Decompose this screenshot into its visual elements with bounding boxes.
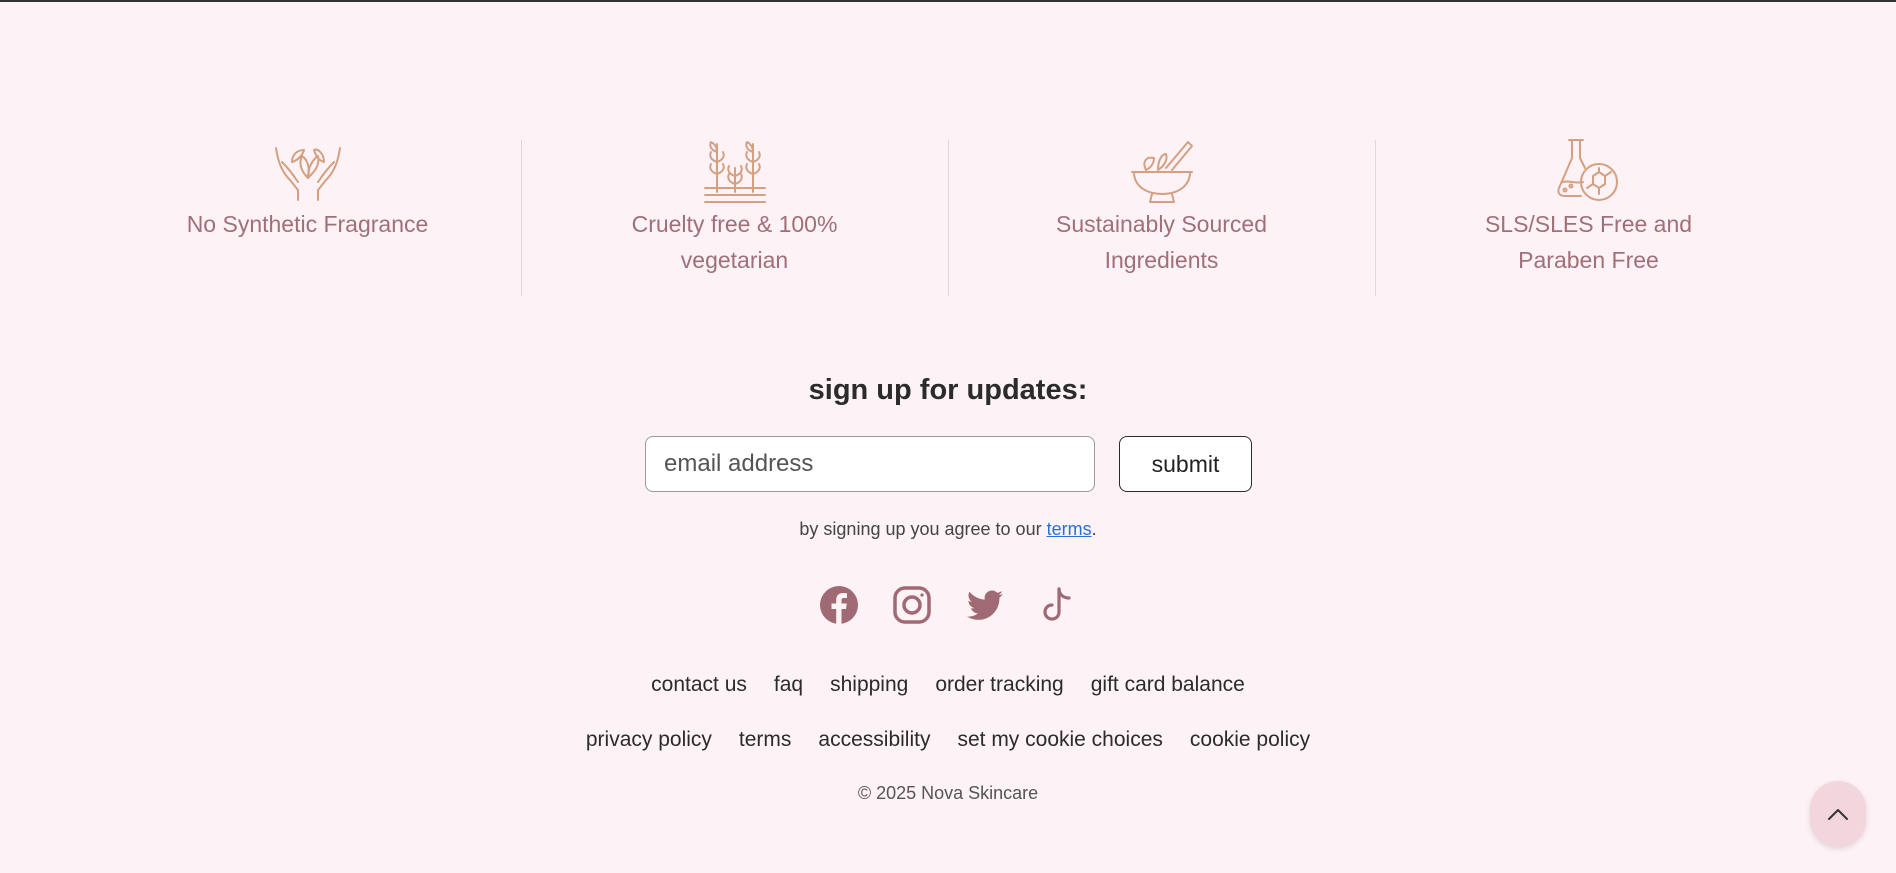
- terms-note-prefix: by signing up you agree to our: [799, 519, 1047, 539]
- facebook-icon: [819, 586, 858, 624]
- footer-link-shipping[interactable]: shipping: [830, 673, 908, 697]
- footer-link-accessibility[interactable]: accessibility: [818, 728, 930, 752]
- feature-no-synthetic-fragrance: No Synthetic Fragrance: [94, 138, 521, 298]
- footer-link-faq[interactable]: faq: [774, 673, 803, 697]
- footer-link-gift-card-balance[interactable]: gift card balance: [1091, 673, 1245, 697]
- signup-terms-note: by signing up you agree to our terms.: [0, 519, 1896, 540]
- social-links: [0, 585, 1896, 625]
- feature-sls-paraben-free: SLS/SLES Free and Paraben Free: [1375, 138, 1802, 298]
- copyright-text: © 2025 Nova Skincare: [857, 783, 1039, 803]
- footer-link-contact-us[interactable]: contact us: [651, 673, 747, 697]
- tiktok-link[interactable]: [1038, 585, 1078, 625]
- feature-label: SLS/SLES Free and Paraben Free: [1484, 211, 1693, 273]
- footer-link-privacy-policy[interactable]: privacy policy: [586, 728, 712, 752]
- plants-icon: [703, 141, 766, 203]
- twitter-icon: [966, 590, 1003, 620]
- submit-button[interactable]: submit: [1119, 436, 1252, 492]
- footer-link-terms[interactable]: terms: [739, 728, 792, 752]
- feature-label: Sustainably Sourced Ingredients: [1056, 211, 1267, 273]
- footer-links-primary: contact us faq shipping order tracking g…: [0, 673, 1896, 697]
- terms-link[interactable]: terms: [1047, 519, 1092, 539]
- footer-links-legal: privacy policy terms accessibility set m…: [0, 728, 1896, 752]
- chevron-up-icon: [1828, 809, 1848, 820]
- feature-badges: No Synthetic Fragrance Cruelty free & 10…: [94, 138, 1802, 298]
- tiktok-icon: [1042, 587, 1071, 621]
- back-to-top-button[interactable]: [1810, 781, 1866, 847]
- footer-link-order-tracking[interactable]: order tracking: [935, 673, 1063, 697]
- hands-leaves-icon: [274, 147, 341, 201]
- feature-cruelty-free: Cruelty free & 100% vegetarian: [521, 138, 948, 298]
- email-field[interactable]: [645, 436, 1095, 492]
- feature-sustainably-sourced: Sustainably Sourced Ingredients: [948, 138, 1375, 298]
- feature-label: No Synthetic Fragrance: [186, 211, 429, 237]
- mortar-bowl-icon: [1130, 141, 1193, 203]
- footer-link-cookie-choices[interactable]: set my cookie choices: [957, 728, 1162, 752]
- top-divider: [0, 0, 1896, 2]
- instagram-icon: [892, 586, 931, 624]
- instagram-link[interactable]: [892, 585, 932, 625]
- footer-link-cookie-policy[interactable]: cookie policy: [1190, 728, 1310, 752]
- signup-title: sign up for updates:: [808, 374, 1088, 406]
- terms-note-suffix: .: [1091, 519, 1097, 539]
- flask-molecule-icon: [1556, 139, 1618, 201]
- facebook-link[interactable]: [819, 585, 859, 625]
- feature-label: Cruelty free & 100% vegetarian: [631, 211, 838, 273]
- twitter-link[interactable]: [965, 585, 1005, 625]
